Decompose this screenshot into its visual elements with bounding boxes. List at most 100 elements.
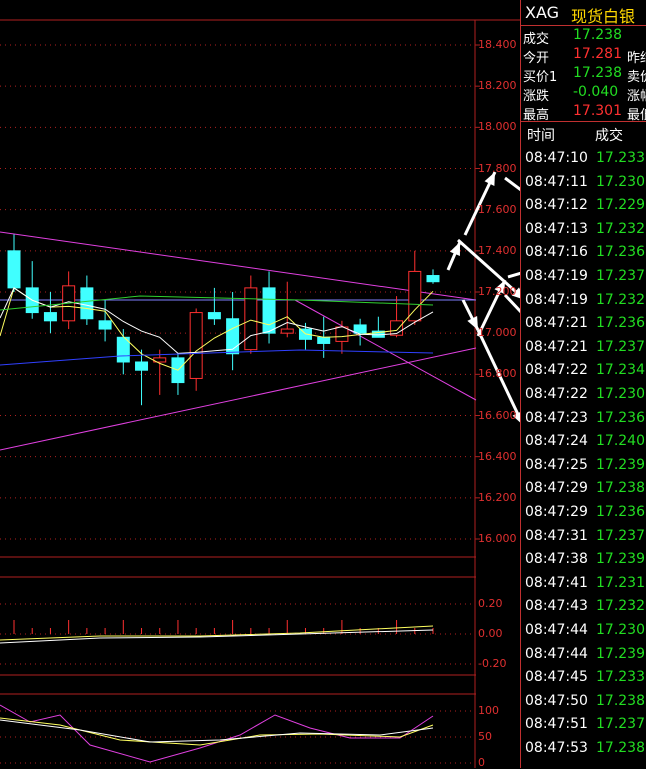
tick-price: 17.233 xyxy=(596,669,645,686)
candle-body xyxy=(244,287,258,351)
tick-time: 08:47:29 xyxy=(525,480,588,497)
tick-price: 17.237 xyxy=(596,338,645,355)
indicator2-tick-label: 100 xyxy=(478,704,499,717)
tick-time: 08:47:22 xyxy=(525,362,588,379)
tick-time: 08:47:29 xyxy=(525,504,588,520)
kdj-j-line xyxy=(0,704,434,763)
candle-body xyxy=(262,287,276,334)
tick-time: 08:47:21 xyxy=(525,315,588,332)
tick-time: 08:47:44 xyxy=(525,622,588,638)
quote-row: 买价1 17.238 卖价 xyxy=(521,65,646,86)
quote-value: 17.281 xyxy=(573,46,622,62)
price-tick-label: 16.000 xyxy=(478,532,517,545)
tick-time: 08:47:19 xyxy=(525,268,588,284)
tick-time: 08:47:53 xyxy=(525,740,588,756)
tick-row[interactable]: 08:47:19 17.232 xyxy=(521,292,646,316)
tick-row[interactable]: 08:47:22 17.234 xyxy=(521,362,646,386)
quote-panel: XAG 现货白银 成交 17.238 今开 17.281 昨结买价1 17.238 卖价涨跌… xyxy=(521,0,646,768)
tick-row[interactable]: 08:47:44 17.239 xyxy=(521,646,646,670)
ma-xlong-line xyxy=(0,349,434,366)
tick-time: 08:47:21 xyxy=(525,338,588,355)
candle-body xyxy=(7,250,21,289)
tick-row[interactable]: 08:47:41 17.231 xyxy=(521,575,646,599)
price-tick-label: 17.600 xyxy=(478,202,517,216)
indicator1-tick-label: 0.20 xyxy=(478,597,503,610)
annotation-arrow xyxy=(507,271,520,279)
quote-value: 17.238 xyxy=(573,65,622,81)
tick-row[interactable]: 08:47:13 17.232 xyxy=(521,221,646,245)
tick-time: 08:47:38 xyxy=(525,551,588,568)
tick-row[interactable]: 08:47:21 17.237 xyxy=(521,339,646,363)
tick-row[interactable]: 08:47:31 17.237 xyxy=(521,528,646,552)
tick-price: 17.232 xyxy=(596,598,645,615)
tick-row[interactable]: 08:47:44 17.230 xyxy=(521,622,646,646)
tick-price: 17.236 xyxy=(596,409,645,426)
quote-value: 17.301 xyxy=(573,103,622,119)
tick-row[interactable]: 08:47:43 17.232 xyxy=(521,598,646,622)
kline-chart-area[interactable]: 18.400 18.200 18.000 17.800 17.600 17.400 17.2… xyxy=(0,0,520,769)
candle-body xyxy=(335,326,349,342)
quote-row: 涨跌 -0.040 涨幅 xyxy=(521,84,646,105)
tick-time: 08:47:25 xyxy=(525,456,588,473)
tick-row[interactable]: 08:47:38 17.239 xyxy=(521,551,646,575)
candle-body xyxy=(98,320,112,330)
tick-row[interactable]: 08:47:22 17.230 xyxy=(521,386,646,410)
tick-time: 08:47:23 xyxy=(525,409,588,426)
candle-body xyxy=(135,361,149,371)
tick-row[interactable]: 08:47:10 17.233 xyxy=(521,150,646,174)
tick-price: 17.237 xyxy=(596,716,645,733)
tick-price: 17.240 xyxy=(596,433,645,450)
quote-extra-label: 昨结 xyxy=(627,51,646,66)
tick-row[interactable]: 08:47:45 17.233 xyxy=(521,669,646,693)
candle-body xyxy=(80,287,94,320)
kline-chart[interactable] xyxy=(0,0,520,768)
kdj-k-line xyxy=(0,717,434,746)
tick-row[interactable]: 08:47:11 17.230 xyxy=(521,174,646,198)
tick-time: 08:47:13 xyxy=(525,220,588,237)
tick-time: 08:47:41 xyxy=(525,574,588,591)
tick-row[interactable]: 08:47:19 17.237 xyxy=(521,268,646,292)
tick-row[interactable]: 08:47:53 17.238 xyxy=(521,740,646,764)
candle-body xyxy=(189,312,203,379)
candle-body xyxy=(43,312,57,322)
tick-row[interactable]: 08:47:29 17.236 xyxy=(521,504,646,528)
tick-time: 08:47:50 xyxy=(525,692,588,709)
candle-body xyxy=(207,312,221,320)
tick-row[interactable]: 08:47:25 17.239 xyxy=(521,457,646,481)
price-tick-label: 17.000 xyxy=(478,326,517,340)
indicator1-tick-label: -0.20 xyxy=(478,657,507,670)
tick-row[interactable]: 08:47:21 17.236 xyxy=(521,315,646,339)
tick-row[interactable]: 08:47:51 17.237 xyxy=(521,716,646,740)
tick-price: 17.238 xyxy=(596,740,645,756)
quote-header: XAG 现货白银 xyxy=(521,0,646,27)
tick-time: 08:47:22 xyxy=(525,386,588,402)
quote-label: 买价1 xyxy=(523,70,558,85)
tick-table-header: 时间 成交 xyxy=(521,121,646,146)
price-tick-label: 16.600 xyxy=(478,408,517,422)
tick-row[interactable]: 08:47:29 17.238 xyxy=(521,480,646,504)
candle-body xyxy=(226,318,240,355)
tick-price: 17.238 xyxy=(596,692,645,709)
price-tick-label: 16.200 xyxy=(478,490,517,504)
indicator2-tick-label: 50 xyxy=(478,730,492,743)
tick-price: 17.233 xyxy=(596,150,645,166)
candle-body xyxy=(280,328,294,334)
symbol-code: XAG xyxy=(525,3,560,22)
price-tick-label: 16.400 xyxy=(478,449,517,463)
candle-body xyxy=(426,275,440,283)
quote-extra-label: 涨幅 xyxy=(627,89,646,104)
signal-line xyxy=(0,629,434,644)
price-tick-label: 17.200 xyxy=(478,285,517,298)
tick-price: 17.230 xyxy=(596,386,645,402)
tick-row[interactable]: 08:47:23 17.236 xyxy=(521,410,646,434)
tick-row[interactable]: 08:47:12 17.229 xyxy=(521,197,646,221)
tick-row[interactable]: 08:47:16 17.236 xyxy=(521,244,646,268)
price-tick-label: 18.000 xyxy=(478,120,517,134)
price-tick-label: 18.200 xyxy=(478,79,517,93)
quote-label: 涨跌 xyxy=(523,89,550,104)
indicator1-tick-label: 0.00 xyxy=(478,627,503,640)
tick-row[interactable]: 08:47:50 17.238 xyxy=(521,693,646,717)
tick-price: 17.237 xyxy=(596,268,645,284)
tick-row[interactable]: 08:47:24 17.240 xyxy=(521,433,646,457)
tick-price: 17.239 xyxy=(596,456,645,473)
